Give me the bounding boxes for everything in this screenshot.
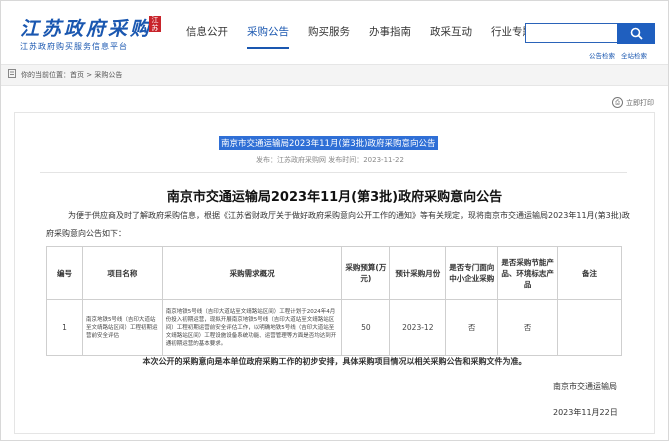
nav-purchase-services[interactable]: 购买服务 xyxy=(308,24,350,49)
article-meta: 发布：江苏政府采购网 发布时间：2023-11-22 xyxy=(256,156,404,164)
cell-remarks xyxy=(557,299,622,356)
disclaimer-note: 本次公开的采购意向是本单位政府采购工作的初步安排，具体采购项目情况以相关采购公告… xyxy=(142,357,527,366)
title-divider xyxy=(40,172,627,173)
cell-budget: 50 xyxy=(341,299,391,356)
col-header-project: 项目名称 xyxy=(81,246,163,300)
cell-sme: 否 xyxy=(445,299,499,356)
nav-interaction[interactable]: 政采互动 xyxy=(430,24,472,49)
col-header-requirements: 采购需求概况 xyxy=(161,246,343,300)
search-button[interactable] xyxy=(617,23,655,44)
announcement-search-link[interactable]: 公告检索 xyxy=(589,52,615,60)
search-links: 公告检索 全站检索 xyxy=(583,50,647,60)
main-nav: 信息公开 采购公告 购买服务 办事指南 政采互动 行业专题 xyxy=(186,24,552,49)
page-title: 南京市交通运输局2023年11月(第3批)政府采购意向公告 xyxy=(166,190,503,205)
site-search-link[interactable]: 全站检索 xyxy=(621,52,647,60)
table-header-row: 编号 项目名称 采购需求概况 采购预算(万元) 预计采购月份 是否专门面向中小企… xyxy=(46,246,622,300)
print-button[interactable]: ⎙ 立即打印 xyxy=(612,97,654,108)
site-subtitle: 江苏政府购买服务信息平台 xyxy=(20,42,128,51)
cell-project: 南京地铁5号线（吉印大道站至文靖路站区间）工程初期运营前安全评估 xyxy=(81,299,163,356)
col-header-sme: 是否专门面向中小企业采购 xyxy=(445,246,499,300)
highlighted-title: 南京市交通运输局2023年11月(第3批)政府采购意向公告 xyxy=(219,136,438,150)
print-label: 立即打印 xyxy=(626,98,654,107)
location-icon xyxy=(8,69,16,78)
logo-seal: 江苏 xyxy=(149,16,161,32)
procurement-table: 编号 项目名称 采购需求概况 采购预算(万元) 预计采购月份 是否专门面向中小企… xyxy=(46,246,622,356)
intro-paragraph: 为便于供应商及时了解政府采购信息，根据《江苏省财政厅关于做好政府采购意向公开工作… xyxy=(46,211,630,238)
nav-info-disclosure[interactable]: 信息公开 xyxy=(186,24,228,49)
nav-procurement-announcements[interactable]: 采购公告 xyxy=(247,24,289,49)
print-icon: ⎙ xyxy=(612,97,623,108)
site-logo[interactable]: 江苏政府采购 xyxy=(20,14,152,41)
cell-month: 2023-12 xyxy=(389,299,447,356)
cell-no: 1 xyxy=(46,299,83,356)
col-header-no: 编号 xyxy=(46,246,83,300)
search-icon xyxy=(630,27,643,40)
breadcrumb: 你的当前位置：首页 > 采购公告 xyxy=(21,71,123,79)
signature: 南京市交通运输局 xyxy=(553,382,617,391)
cell-requirements: 南京地铁5号线（吉印大道站至文靖路站区间）工程计划于2024年4月份投入初期运营… xyxy=(161,299,343,356)
col-header-remarks: 备注 xyxy=(557,246,622,300)
publish-date: 2023年11月22日 xyxy=(553,408,618,417)
table-row: 1 南京地铁5号线（吉印大道站至文靖路站区间）工程初期运营前安全评估 南京地铁5… xyxy=(46,299,622,356)
nav-guide[interactable]: 办事指南 xyxy=(369,24,411,49)
col-header-green: 是否采购节能产品、环境标志产品 xyxy=(497,246,559,300)
cell-green: 否 xyxy=(497,299,559,356)
col-header-month: 预计采购月份 xyxy=(389,246,447,300)
col-header-budget: 采购预算(万元) xyxy=(341,246,391,300)
search-input[interactable] xyxy=(525,23,617,43)
